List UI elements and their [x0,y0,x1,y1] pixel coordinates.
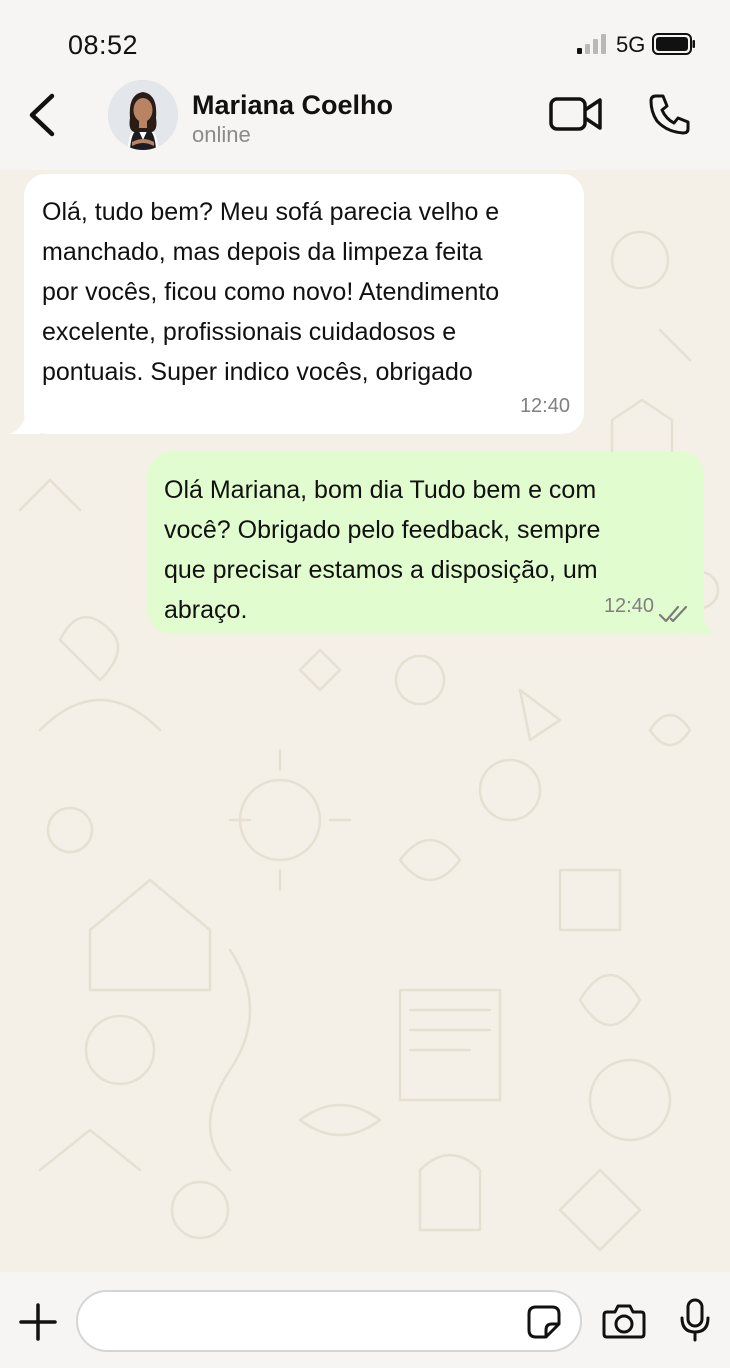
message-line: excelente, profissionais cuidadosos e [42,318,457,346]
microphone-icon[interactable] [680,1298,710,1342]
input-bar [0,1272,730,1368]
message-line: manchado, mas depois da limpeza feita [42,238,483,266]
status-time: 08:52 [68,30,139,60]
message-input[interactable] [76,1290,582,1352]
message-time: 12:40 [603,595,654,617]
bubble-tail [688,612,718,634]
message-bubble-outgoing[interactable]: Olá Mariana, bom dia Tudo bem e com você… [148,452,718,634]
avatar-image [108,80,178,150]
double-check-icon [658,605,688,623]
avatar[interactable] [108,80,178,150]
network-type: 5G [616,32,646,57]
status-bar: 08:52 5G [0,0,730,80]
contact-name[interactable]: Mariana Coelho [192,90,393,121]
phone-icon[interactable] [648,92,692,136]
message-time: 12:40 [519,395,570,417]
bubble-tail [10,412,40,434]
message-line: Olá, tudo bem? Meu sofá parecia velho e [42,198,500,226]
message-line: Olá Mariana, bom dia Tudo bem e com [164,476,597,504]
signal-icon [577,34,606,54]
message-bubble-incoming[interactable]: Olá, tudo bem? Meu sofá parecia velho e … [10,174,584,434]
video-camera-icon[interactable] [548,94,604,134]
contact-status: online [192,122,251,147]
message-line: pontuais. Super indico vocês, obrigado [42,358,473,386]
plus-icon[interactable] [18,1302,58,1342]
back-icon[interactable] [24,92,64,138]
message-line: por vocês, ficou como novo! Atendimento [42,278,500,306]
message-line: que precisar estamos a disposição, um [164,556,598,584]
camera-icon[interactable] [602,1303,646,1339]
message-line: você? Obrigado pelo feedback, sempre [164,516,601,544]
chat-area[interactable]: Olá, tudo bem? Meu sofá parecia velho e … [0,170,730,1272]
message-text: Olá, tudo bem? Meu sofá parecia velho e … [42,192,566,392]
battery-icon [652,33,695,55]
chat-header: Mariana Coelho online [0,80,730,170]
sticker-icon[interactable] [526,1304,562,1340]
